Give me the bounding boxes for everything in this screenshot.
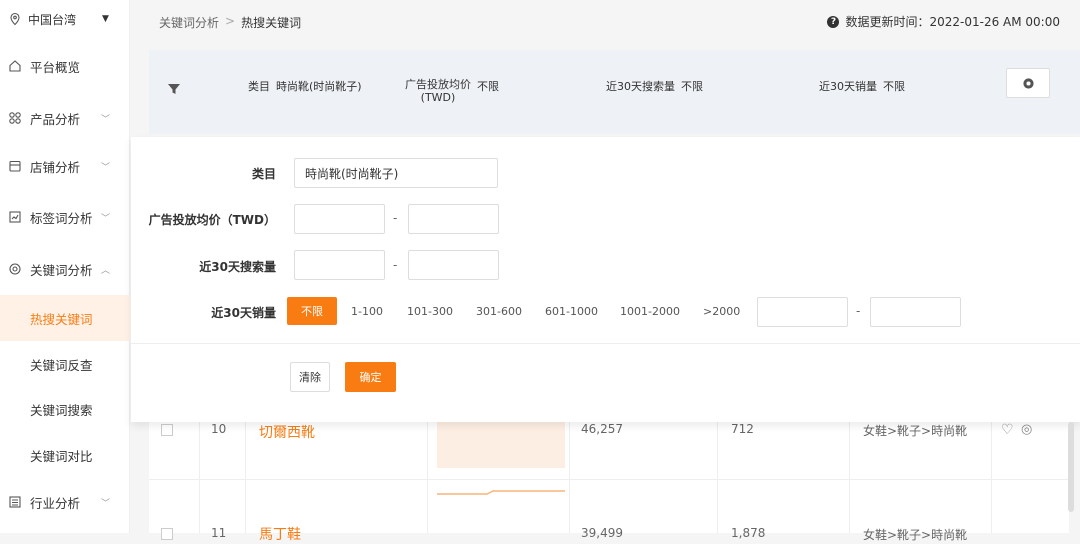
product-grid-icon — [9, 112, 21, 124]
trend-sparkline — [437, 422, 565, 468]
sales-option-301-600[interactable]: 301-600 — [476, 297, 522, 325]
row-checkbox[interactable] — [161, 424, 173, 436]
filter-funnel-icon[interactable] — [167, 82, 181, 96]
sidebar-item-tag[interactable]: 标签词分析 ﹀ — [0, 194, 130, 240]
trend-sparkline — [437, 490, 565, 495]
summary-category: 类目 時尚靴(时尚靴子) — [248, 80, 362, 93]
question-icon[interactable]: ? — [827, 15, 840, 28]
category-cell: 女鞋>靴子>時尚靴 — [863, 528, 968, 542]
rank-cell: 11 — [211, 526, 227, 540]
search-volume-label: 近30天搜索量 — [199, 260, 276, 274]
category-cell: 女鞋>靴子>時尚靴 — [863, 424, 968, 438]
sales-max-input[interactable] — [870, 297, 961, 327]
breadcrumb: 关键词分析 > 热搜关键词 — [159, 14, 301, 31]
breadcrumb-current: 热搜关键词 — [241, 16, 302, 30]
sidebar-item-label: 行业分析 — [30, 495, 81, 511]
filter-summary-bar: 类目 時尚靴(时尚靴子) 广告投放均价 (TWD) 不限 近30天搜索量 不限 近… — [149, 50, 1080, 134]
sidebar-subitem-label: 关键词对比 — [30, 448, 93, 464]
sidebar-item-label: 关键词分析 — [30, 262, 93, 278]
sales-option-1001-2000[interactable]: 1001-2000 — [620, 297, 680, 325]
update-text: 数据更新时间：2022-01-26 AM 00:00 — [845, 15, 1060, 29]
sidebar-item-overview[interactable]: 平台概览 — [0, 43, 130, 89]
sidebar-subitem-keyword-reverse[interactable]: 关键词反查 — [0, 341, 130, 387]
sidebar-subitem-keyword-compare[interactable]: 关键词对比 — [0, 432, 130, 478]
chevron-down-icon: ﹀ — [101, 162, 111, 173]
main-content: 关键词分析 > 热搜关键词 ? 数据更新时间：2022-01-26 AM 00:… — [131, 0, 1080, 543]
caret-down-icon: ▼ — [102, 14, 109, 24]
sidebar-item-product[interactable]: 产品分析 ﹀ — [0, 95, 130, 141]
chevron-down-icon: ﹀ — [101, 114, 111, 125]
sidebar-item-label: 店铺分析 — [30, 159, 81, 175]
summary-search-volume: 近30天搜索量 不限 — [606, 80, 703, 93]
panel-divider — [131, 343, 1080, 344]
sales-option-all[interactable]: 不限 — [287, 297, 337, 325]
search-volume-min-input[interactable] — [294, 250, 385, 280]
chart-box-icon — [9, 211, 21, 223]
rank-cell: 10 — [211, 422, 227, 436]
keyword-link[interactable]: 切爾西靴 — [259, 422, 315, 442]
sidebar-subitem-label: 关键词反查 — [30, 357, 93, 373]
gear-icon — [1022, 77, 1034, 89]
top-bar: 关键词分析 > 热搜关键词 ? 数据更新时间：2022-01-26 AM 00:… — [131, 0, 1080, 44]
breadcrumb-separator: > — [225, 14, 236, 28]
search-volume-cell: 46,257 — [581, 422, 623, 436]
sidebar-item-label: 平台概览 — [30, 59, 81, 75]
store-icon — [9, 160, 21, 172]
filter-panel: 类目 時尚靴(时尚靴子) 广告投放均价（TWD） - 近30天搜索量 - 近30… — [131, 137, 1080, 422]
home-icon — [9, 60, 21, 72]
ad-price-max-input[interactable] — [408, 204, 499, 234]
confirm-button[interactable]: 确定 — [345, 362, 396, 392]
clear-button[interactable]: 清除 — [290, 362, 330, 392]
sales-min-input[interactable] — [757, 297, 848, 327]
sidebar-subitem-label: 热搜关键词 — [30, 311, 93, 327]
search-volume-max-input[interactable] — [408, 250, 499, 280]
industry-icon — [9, 496, 21, 508]
table-row[interactable]: 10 切爾西靴 46,257 712 女鞋>靴子>時尚靴 ♡ ◎ — [149, 422, 1069, 480]
scrollbar[interactable] — [1068, 422, 1074, 512]
sales-label: 近30天销量 — [211, 306, 276, 320]
sidebar-item-store[interactable]: 店铺分析 ﹀ — [0, 143, 130, 189]
region-label: 中国台湾 — [28, 12, 77, 27]
sidebar-item-industry[interactable]: 行业分析 ﹀ — [0, 479, 130, 525]
chevron-down-icon: ﹀ — [101, 498, 111, 509]
chevron-up-icon: ︿ — [101, 265, 111, 276]
ad-price-label: 广告投放均价（TWD） — [148, 213, 276, 227]
sidebar-item-label: 产品分析 — [30, 111, 81, 127]
sidebar-subitem-label: 关键词搜索 — [30, 402, 93, 418]
sales-cell: 712 — [731, 422, 754, 436]
keyword-link[interactable]: 馬丁鞋 — [259, 524, 301, 544]
sidebar-item-keyword[interactable]: 关键词分析 ︿ — [0, 246, 130, 292]
ad-price-min-input[interactable] — [294, 204, 385, 234]
data-update-time: ? 数据更新时间：2022-01-26 AM 00:00 — [827, 13, 1060, 30]
sidebar-subitem-keyword-search[interactable]: 关键词搜索 — [0, 386, 130, 432]
breadcrumb-parent[interactable]: 关键词分析 — [159, 14, 219, 31]
search-icon[interactable]: ◎ — [1021, 422, 1032, 437]
sales-option-101-300[interactable]: 101-300 — [407, 297, 453, 325]
location-pin-icon — [10, 12, 20, 26]
summary-ad-price: 广告投放均价 (TWD) 不限 — [405, 78, 499, 104]
heart-icon[interactable]: ♡ — [1001, 422, 1014, 438]
sidebar-item-label: 标签词分析 — [30, 210, 93, 226]
row-checkbox[interactable] — [161, 528, 173, 540]
target-icon — [9, 263, 21, 275]
sidebar: 中国台湾 ▼ 平台概览 产品分析 ﹀ 店铺分析 ﹀ 标签词分析 ﹀ 关键词分析 … — [0, 0, 130, 533]
sales-option-1-100[interactable]: 1-100 — [351, 297, 383, 325]
table-row[interactable]: 11 馬丁鞋 39,499 1,878 女鞋>靴子>時尚靴 — [149, 480, 1069, 543]
search-volume-cell: 39,499 — [581, 526, 623, 540]
region-selector[interactable]: 中国台湾 ▼ — [0, 0, 130, 38]
sales-option-601-1000[interactable]: 601-1000 — [545, 297, 598, 325]
keyword-table: 10 切爾西靴 46,257 712 女鞋>靴子>時尚靴 ♡ ◎ 11 馬丁鞋 … — [149, 422, 1069, 543]
chevron-down-icon: ﹀ — [101, 213, 111, 224]
sales-option-over-2000[interactable]: >2000 — [703, 297, 740, 325]
category-select[interactable]: 時尚靴(时尚靴子) — [294, 158, 498, 188]
sales-cell: 1,878 — [731, 526, 766, 540]
sidebar-subitem-hot-keywords[interactable]: 热搜关键词 — [0, 295, 130, 341]
settings-button[interactable] — [1006, 68, 1050, 98]
category-label: 类目 — [251, 167, 276, 181]
summary-sales: 近30天销量 不限 — [819, 80, 905, 93]
